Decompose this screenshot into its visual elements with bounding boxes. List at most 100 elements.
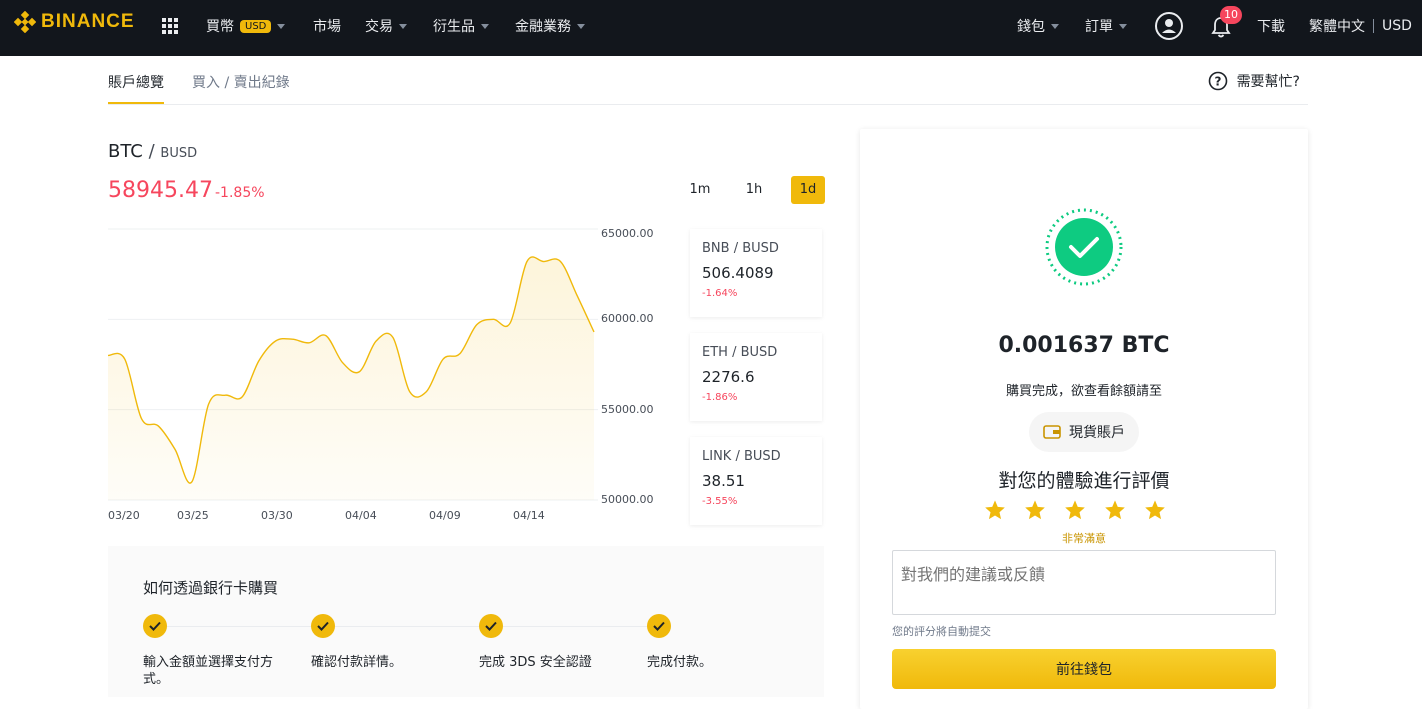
y-tick-label: 55000.00 [601, 403, 654, 416]
price-chart [108, 228, 598, 501]
timeframe-1h-button[interactable]: 1h [737, 176, 771, 204]
star-icon[interactable] [1144, 499, 1166, 521]
nav-buy-crypto[interactable]: 買幣 USD [206, 16, 286, 36]
y-tick-label: 50000.00 [601, 493, 654, 506]
pair-quote: BUSD [160, 146, 198, 161]
trading-pair-title: BTC / BUSD [108, 141, 197, 162]
tab-buy-sell-history[interactable]: 買入 / 賣出紀錄 [192, 72, 290, 92]
price-change-percent: -1.85% [215, 185, 265, 201]
step-connector [335, 626, 479, 627]
check-icon [143, 614, 167, 638]
ticker-card-eth[interactable]: ETH / BUSD 2276.6 -1.86% [690, 333, 822, 421]
binance-logo[interactable]: BINANCE [14, 10, 135, 34]
star-icon[interactable] [984, 499, 1006, 521]
nav-download-label: 下載 [1257, 19, 1285, 35]
nav-download[interactable]: 下載 [1257, 16, 1285, 36]
ticker-pair: BNB / BUSD [702, 241, 779, 256]
x-tick-label: 04/09 [429, 509, 461, 522]
purchase-success-card: 0.001637 BTC 購買完成，欲查看餘額請至 現貨賬戶 對您的體驗進行評價… [860, 129, 1308, 709]
tab-account-overview[interactable]: 賬戶總覽 [108, 72, 164, 104]
currency-tag: USD [240, 19, 272, 33]
nav-derivatives-label: 衍生品 [433, 19, 475, 35]
y-tick-label: 60000.00 [601, 312, 654, 325]
check-icon [311, 614, 335, 638]
svg-text:?: ? [1214, 75, 1221, 89]
wallet-icon [1043, 425, 1061, 439]
help-label: 需要幫忙? [1236, 74, 1300, 90]
howto-title: 如何透過銀行卡購買 [143, 579, 279, 597]
step-text: 完成 3DS 安全認證 [479, 655, 592, 670]
account-subtabs: 賬戶總覽 買入 / 賣出紀錄 ? 需要幫忙? [108, 56, 1308, 105]
chevron-down-icon [399, 23, 407, 29]
step-connector [503, 626, 647, 627]
nav-buy-label: 買幣 [206, 19, 234, 35]
ticker-pair: ETH / BUSD [702, 345, 778, 360]
timeframe-1d-button[interactable]: 1d [791, 176, 825, 204]
chevron-down-icon [481, 23, 489, 29]
nav-markets-label: 市場 [313, 19, 341, 35]
step-connector [167, 626, 311, 627]
ticker-change: -1.64% [702, 288, 738, 299]
purchase-complete-message: 購買完成，欲查看餘額請至 [1005, 384, 1162, 399]
nav-wallet-label: 錢包 [1017, 19, 1045, 35]
chevron-down-icon [1051, 23, 1059, 29]
x-tick-label: 04/04 [345, 509, 377, 522]
star-icon[interactable] [1024, 499, 1046, 521]
check-icon [647, 614, 671, 638]
user-account-icon[interactable] [1154, 11, 1184, 45]
x-tick-label: 03/30 [261, 509, 293, 522]
check-icon [479, 614, 503, 638]
spot-account-button[interactable]: 現貨賬戶 [1029, 412, 1139, 452]
nav-finance-label: 金融業務 [515, 19, 571, 35]
timeframe-1m-button[interactable]: 1m [683, 176, 717, 204]
auto-submit-note: 您的評分將自動提交 [892, 625, 991, 638]
success-check-icon [1044, 207, 1124, 287]
binance-logo-icon [14, 11, 36, 33]
chevron-down-icon [577, 23, 585, 29]
step-text: 輸入金額並選擇支付方式。 [143, 655, 274, 687]
step-text: 確認付款詳情。 [311, 655, 403, 670]
ticker-card-link[interactable]: LINK / BUSD 38.51 -3.55% [690, 437, 822, 525]
notification-count-badge: 10 [1220, 6, 1242, 24]
rating-title: 對您的體驗進行評價 [998, 470, 1170, 492]
ticker-change: -1.86% [702, 392, 738, 403]
ticker-price: 38.51 [702, 472, 745, 490]
nav-wallet[interactable]: 錢包 [1017, 16, 1059, 36]
nav-markets[interactable]: 市場 [313, 16, 341, 36]
spot-account-label: 現貨賬戶 [1069, 425, 1125, 441]
language-label: 繁體中文 [1309, 19, 1365, 35]
ticker-price: 2276.6 [702, 368, 755, 386]
chevron-down-icon [1119, 23, 1127, 29]
chevron-down-icon [277, 23, 286, 29]
star-rating[interactable] [984, 499, 1166, 521]
ticker-price: 506.4089 [702, 264, 774, 282]
pair-base: BTC [108, 141, 143, 162]
divider [1373, 19, 1374, 33]
logo-text: BINANCE [41, 11, 135, 32]
current-price: 58945.47 [108, 178, 213, 203]
nav-orders[interactable]: 訂單 [1085, 16, 1127, 36]
nav-trade[interactable]: 交易 [365, 16, 407, 36]
nav-finance[interactable]: 金融業務 [515, 16, 585, 36]
step-text: 完成付款。 [647, 655, 713, 670]
rating-label: 非常滿意 [1062, 532, 1106, 545]
language-currency-selector[interactable]: 繁體中文 USD [1309, 16, 1412, 36]
feedback-input[interactable] [892, 550, 1276, 615]
y-tick-label: 65000.00 [601, 227, 654, 240]
star-icon[interactable] [1104, 499, 1126, 521]
nav-derivatives[interactable]: 衍生品 [433, 16, 489, 36]
help-link[interactable]: ? 需要幫忙? [1208, 71, 1300, 91]
x-tick-label: 03/20 [108, 509, 140, 522]
apps-grid-icon[interactable] [162, 18, 178, 34]
star-icon[interactable] [1064, 499, 1086, 521]
go-to-wallet-button[interactable]: 前往錢包 [892, 649, 1276, 689]
question-circle-icon: ? [1208, 71, 1227, 91]
x-tick-label: 03/25 [177, 509, 209, 522]
nav-trade-label: 交易 [365, 19, 393, 35]
ticker-pair: LINK / BUSD [702, 449, 781, 464]
currency-label: USD [1382, 18, 1412, 34]
top-navbar: BINANCE 買幣 USD 市場 交易 衍生品 金融業務 錢包 訂單 10 下… [0, 0, 1422, 56]
pair-separator: / [148, 141, 155, 162]
ticker-card-bnb[interactable]: BNB / BUSD 506.4089 -1.64% [690, 229, 822, 317]
howto-panel: 如何透過銀行卡購買 輸入金額並選擇支付方式。 確認付款詳情。 完成 3DS 安全… [108, 546, 824, 697]
